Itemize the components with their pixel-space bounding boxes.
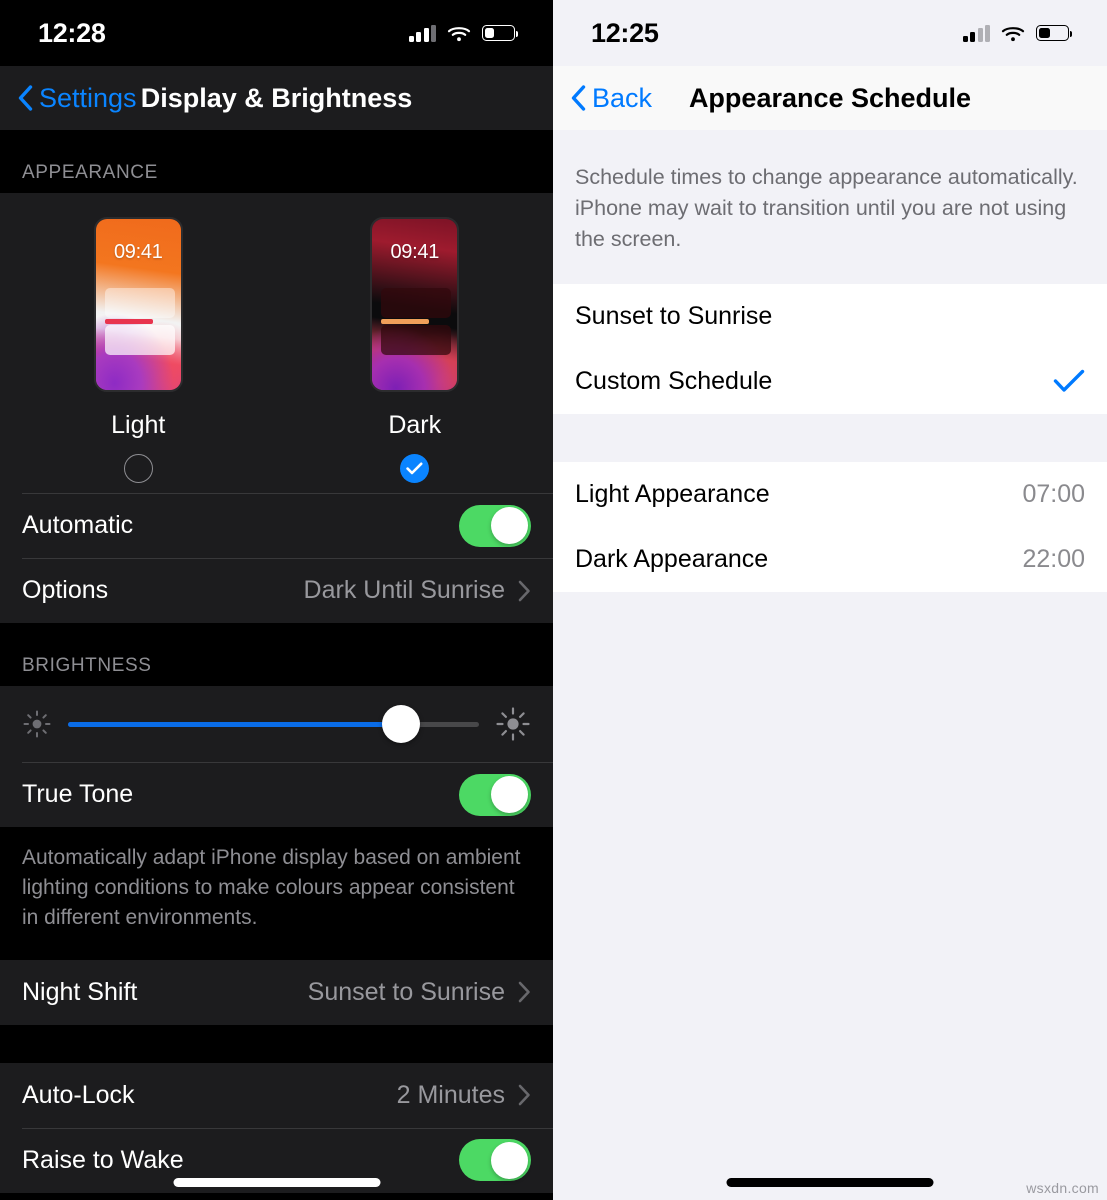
true-tone-label: True Tone [22, 780, 134, 808]
auto-lock-label: Auto-Lock [22, 1080, 135, 1109]
section-gap [0, 1024, 553, 1063]
night-shift-row[interactable]: Night Shift Sunset to Sunrise [0, 960, 553, 1025]
checkmark-icon [406, 462, 423, 475]
sun-high-icon [496, 707, 530, 741]
wifi-icon [447, 25, 471, 42]
signal-bars-icon [962, 24, 990, 42]
chevron-right-icon [518, 580, 530, 601]
watermark: wsxdn.com [1026, 1180, 1099, 1196]
light-option-radio[interactable] [123, 454, 153, 483]
schedule-option-sunset-to-sunrise[interactable]: Sunset to Sunrise [553, 284, 1107, 349]
battery-icon [482, 25, 519, 41]
status-bar-indicators [962, 24, 1073, 42]
back-button-label: Back [592, 82, 653, 113]
schedule-description: Schedule times to change appearance auto… [553, 130, 1107, 284]
light-appearance-time: 07:00 [1022, 479, 1085, 508]
appearance-option-light[interactable]: 09:41 Light [0, 217, 277, 483]
true-tone-row[interactable]: True Tone [0, 762, 553, 827]
night-shift-card: Night Shift Sunset to Sunrise [0, 959, 553, 1025]
schedule-option-custom-schedule[interactable]: Custom Schedule [553, 349, 1107, 414]
back-to-settings-button[interactable]: Settings [18, 83, 137, 114]
battery-icon [1036, 25, 1073, 41]
chevron-left-icon [18, 85, 33, 111]
automatic-label: Automatic [22, 511, 134, 539]
chevron-right-icon [518, 981, 530, 1003]
left-nav-bar: Settings Display & Brightness [0, 66, 553, 130]
night-shift-label: Night Shift [22, 977, 138, 1006]
schedule-times-card: Light Appearance 07:00 Dark Appearance 2… [553, 461, 1107, 592]
options-value: Dark Until Sunrise [303, 576, 505, 604]
status-bar-time: 12:25 [591, 17, 659, 48]
dark-appearance-time: 22:00 [1022, 544, 1085, 573]
light-wallpaper-thumbnail: 09:41 [93, 217, 183, 392]
raise-to-wake-toggle[interactable] [459, 1139, 531, 1182]
right-nav-bar: Back Appearance Schedule [553, 66, 1107, 130]
status-bar-time: 12:28 [38, 17, 106, 48]
back-button[interactable]: Back [571, 83, 652, 114]
light-option-label: Light [111, 411, 166, 439]
brightness-section-header: BRIGHTNESS [0, 623, 553, 686]
raise-to-wake-label: Raise to Wake [22, 1145, 184, 1174]
dual-screenshot-container: 12:28 Settings Display & Brightness APPE… [0, 0, 1107, 1200]
signal-bars-icon [408, 24, 436, 42]
light-appearance-label: Light Appearance [575, 479, 770, 508]
options-row[interactable]: Options Dark Until Sunrise [0, 558, 553, 623]
light-thumbnail-clock: 09:41 [113, 241, 163, 263]
auto-lock-row[interactable]: Auto-Lock 2 Minutes [0, 1063, 553, 1128]
status-bar-indicators [408, 24, 519, 42]
dark-thumbnail-clock: 09:41 [390, 241, 440, 263]
schedule-options-card: Sunset to Sunrise Custom Schedule [553, 283, 1107, 414]
left-status-bar: 12:28 [0, 0, 553, 66]
appearance-options-row: 09:41 Light 09:41 Dark [0, 193, 553, 493]
dark-option-label: Dark [388, 411, 442, 439]
dark-appearance-row[interactable]: Dark Appearance 22:00 [553, 527, 1107, 592]
sunset-to-sunrise-label: Sunset to Sunrise [575, 301, 773, 330]
chevron-right-icon [518, 1084, 530, 1106]
brightness-slider-row[interactable] [0, 686, 553, 762]
auto-lock-card: Auto-Lock 2 Minutes Raise to Wake [0, 1062, 553, 1193]
custom-schedule-checkmark-icon [1053, 369, 1085, 393]
right-status-bar: 12:25 [553, 0, 1107, 66]
appearance-section-header: APPEARANCE [0, 130, 553, 193]
custom-schedule-label: Custom Schedule [575, 366, 773, 395]
chevron-left-icon [571, 85, 586, 111]
options-label: Options [22, 576, 109, 604]
appearance-option-dark[interactable]: 09:41 Dark [277, 217, 554, 483]
auto-lock-value: 2 Minutes [396, 1080, 505, 1109]
automatic-toggle[interactable] [459, 504, 531, 547]
true-tone-footnote: Automatically adapt iPhone display based… [0, 827, 553, 960]
dark-appearance-label: Dark Appearance [575, 544, 769, 573]
section-gap [553, 413, 1107, 462]
home-indicator [726, 1178, 934, 1187]
brightness-card: True Tone [0, 686, 553, 827]
true-tone-toggle[interactable] [459, 773, 531, 816]
right-phone-screen: 12:25 Back Appearance Schedule Schedule … [553, 0, 1107, 1200]
light-appearance-row[interactable]: Light Appearance 07:00 [553, 462, 1107, 527]
brightness-slider-track[interactable] [68, 705, 479, 743]
automatic-row[interactable]: Automatic [0, 493, 553, 558]
night-shift-value: Sunset to Sunrise [307, 977, 505, 1006]
sun-low-icon [23, 710, 51, 738]
home-indicator [173, 1178, 380, 1187]
left-phone-screen: 12:28 Settings Display & Brightness APPE… [0, 0, 553, 1200]
dark-wallpaper-thumbnail: 09:41 [370, 217, 460, 392]
back-button-label: Settings [39, 82, 137, 113]
wifi-icon [1001, 25, 1025, 42]
brightness-slider-knob[interactable] [381, 705, 420, 743]
dark-option-radio-selected[interactable] [400, 454, 430, 483]
appearance-card: 09:41 Light 09:41 Dark Automatic Options… [0, 193, 553, 623]
